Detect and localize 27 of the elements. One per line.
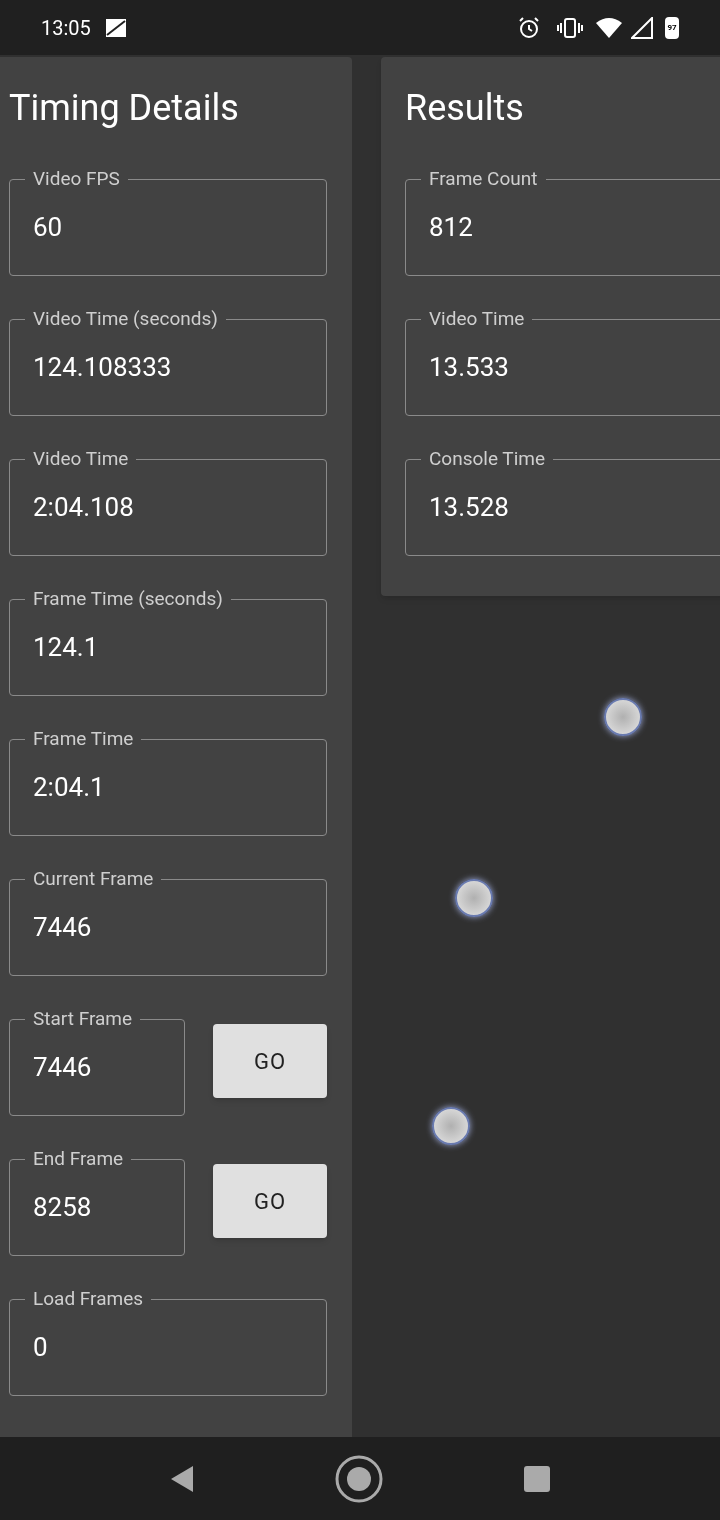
field-value: 812 bbox=[429, 211, 473, 244]
field-value: 0 bbox=[33, 1331, 48, 1364]
wifi-icon bbox=[595, 16, 623, 39]
field-value: 60 bbox=[33, 211, 63, 244]
go-button[interactable]: GO bbox=[213, 1164, 327, 1238]
panel-title: Results bbox=[405, 86, 525, 131]
panel-title: Timing Details bbox=[9, 86, 240, 131]
alarm-icon bbox=[517, 15, 541, 40]
field-value: 13.528 bbox=[429, 491, 509, 524]
signal-icon bbox=[631, 16, 653, 39]
field-label: Video Time (seconds) bbox=[25, 307, 226, 331]
vibrate-icon bbox=[557, 16, 583, 39]
home-icon[interactable] bbox=[335, 1454, 383, 1503]
go-button[interactable]: GO bbox=[213, 1024, 327, 1098]
battery-icon: 97 bbox=[665, 16, 679, 39]
field-label: Frame Time (seconds) bbox=[25, 587, 231, 611]
field-value: 8258 bbox=[33, 1191, 92, 1224]
field-value: 2:04.108 bbox=[33, 491, 134, 524]
recents-icon[interactable] bbox=[523, 1464, 551, 1493]
field-value: 124.1 bbox=[33, 631, 99, 664]
field-value: 7446 bbox=[33, 911, 92, 944]
back-icon[interactable] bbox=[169, 1463, 195, 1494]
field-value: 7446 bbox=[33, 1051, 92, 1084]
field-value: 13.533 bbox=[429, 351, 509, 384]
field-value: 2:04.1 bbox=[33, 771, 105, 804]
status-time: 13:05 bbox=[41, 14, 91, 42]
field-value: 124.108333 bbox=[33, 351, 172, 384]
